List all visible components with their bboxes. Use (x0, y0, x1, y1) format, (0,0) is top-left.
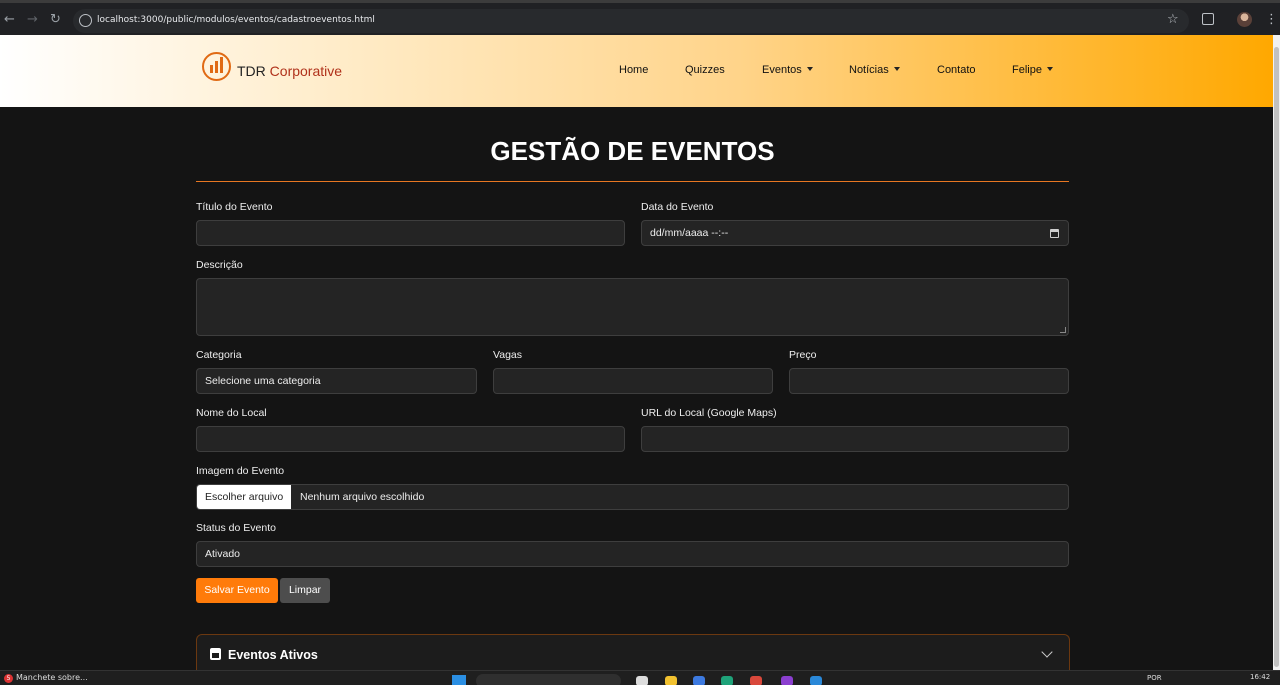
url-text: localhost:3000/public/modulos/eventos/ca… (97, 15, 375, 25)
edge-browser-icon[interactable] (721, 676, 733, 685)
data-placeholder: dd/mm/aaaa --:-- (650, 227, 729, 239)
nav-quizzes[interactable]: Quizzes (685, 64, 725, 76)
profile-avatar[interactable] (1237, 12, 1252, 27)
url-local-input[interactable] (641, 426, 1069, 452)
nav-noticias-dropdown[interactable]: Notícias (849, 64, 900, 76)
nav-contato[interactable]: Contato (937, 64, 976, 76)
os-taskbar: 5 Manchete sobre... POR 16:42 (0, 670, 1280, 685)
calendar-check-icon (210, 648, 221, 660)
chevron-down-icon[interactable] (1041, 646, 1053, 658)
input-language[interactable]: POR (1147, 674, 1162, 682)
caret-down-icon (806, 67, 813, 71)
vscode-icon[interactable] (810, 676, 822, 685)
url-local-label: URL do Local (Google Maps) (641, 407, 777, 419)
bookmark-star-icon[interactable]: ☆ (1167, 12, 1179, 27)
descricao-textarea[interactable] (196, 278, 1069, 336)
taskbar-app-icon[interactable] (781, 676, 793, 685)
imagem-label: Imagem do Evento (196, 465, 285, 477)
caret-down-icon (893, 67, 900, 71)
choose-file-button[interactable]: Escolher arquivo (197, 485, 291, 509)
notification-badge: 5 (4, 674, 13, 683)
nav-home[interactable]: Home (619, 64, 648, 76)
address-bar[interactable]: localhost:3000/public/modulos/eventos/ca… (73, 9, 1189, 33)
back-icon[interactable]: ← (4, 13, 15, 27)
data-input[interactable]: dd/mm/aaaa --:-- (641, 220, 1069, 246)
data-label: Data do Evento (641, 201, 714, 213)
extensions-icon[interactable] (1202, 13, 1214, 25)
taskbar-news-widget[interactable]: 5 Manchete sobre... (4, 673, 88, 683)
status-selected-value: Ativado (205, 548, 241, 560)
titulo-label: Título do Evento (196, 201, 273, 213)
categoria-label: Categoria (196, 349, 242, 361)
preco-input[interactable] (789, 368, 1069, 394)
file-status-text: Nenhum arquivo escolhido (300, 491, 425, 503)
nav-user-dropdown[interactable]: Felipe (1012, 64, 1053, 76)
browser-toolbar: ← → ↻ localhost:3000/public/modulos/even… (0, 0, 1280, 36)
page-title: GESTÃO DE EVENTOS (490, 136, 775, 166)
vagas-input[interactable] (493, 368, 773, 394)
page-scrollbar[interactable] (1273, 35, 1280, 670)
title-divider (196, 181, 1069, 182)
windows-start-icon[interactable] (452, 675, 466, 685)
local-label: Nome do Local (196, 407, 267, 419)
vagas-label: Vagas (493, 349, 522, 361)
preco-label: Preço (789, 349, 817, 361)
reload-icon[interactable]: ↻ (50, 13, 61, 27)
categoria-selected-value: Selecione uma categoria (205, 375, 321, 387)
caret-down-icon (1046, 67, 1053, 71)
status-label: Status do Evento (196, 522, 276, 534)
descricao-label: Descrição (196, 259, 243, 271)
taskbar-search-box[interactable] (476, 674, 621, 685)
taskbar-app-icon[interactable] (636, 676, 648, 685)
local-input[interactable] (196, 426, 625, 452)
nav-eventos-dropdown[interactable]: Eventos (762, 64, 813, 76)
categoria-select[interactable]: Selecione uma categoria (196, 368, 477, 394)
forward-icon[interactable]: → (27, 13, 38, 27)
calendar-icon[interactable] (1050, 229, 1059, 238)
clear-button[interactable]: Limpar (280, 578, 330, 603)
site-navbar: TDR Corporative Home Quizzes Eventos Not… (0, 35, 1273, 107)
browser-menu-icon[interactable]: ⋮ (1265, 12, 1278, 27)
file-explorer-icon[interactable] (665, 676, 677, 685)
accordion-title: Eventos Ativos (228, 648, 318, 662)
imagem-file-input[interactable]: Escolher arquivo Nenhum arquivo escolhid… (196, 484, 1069, 510)
status-select[interactable]: Ativado (196, 541, 1069, 567)
titulo-input[interactable] (196, 220, 625, 246)
logo-chart-icon[interactable] (202, 52, 231, 81)
site-info-icon[interactable] (79, 14, 92, 27)
brand-logo-text[interactable]: TDR Corporative (237, 63, 342, 79)
system-clock[interactable]: 16:42 (1250, 673, 1270, 681)
save-event-button[interactable]: Salvar Evento (196, 578, 278, 603)
chrome-browser-icon[interactable] (750, 676, 762, 685)
resize-handle[interactable] (1060, 327, 1066, 333)
taskbar-app-icon[interactable] (693, 676, 705, 685)
active-events-accordion[interactable]: Eventos Ativos (196, 634, 1070, 674)
